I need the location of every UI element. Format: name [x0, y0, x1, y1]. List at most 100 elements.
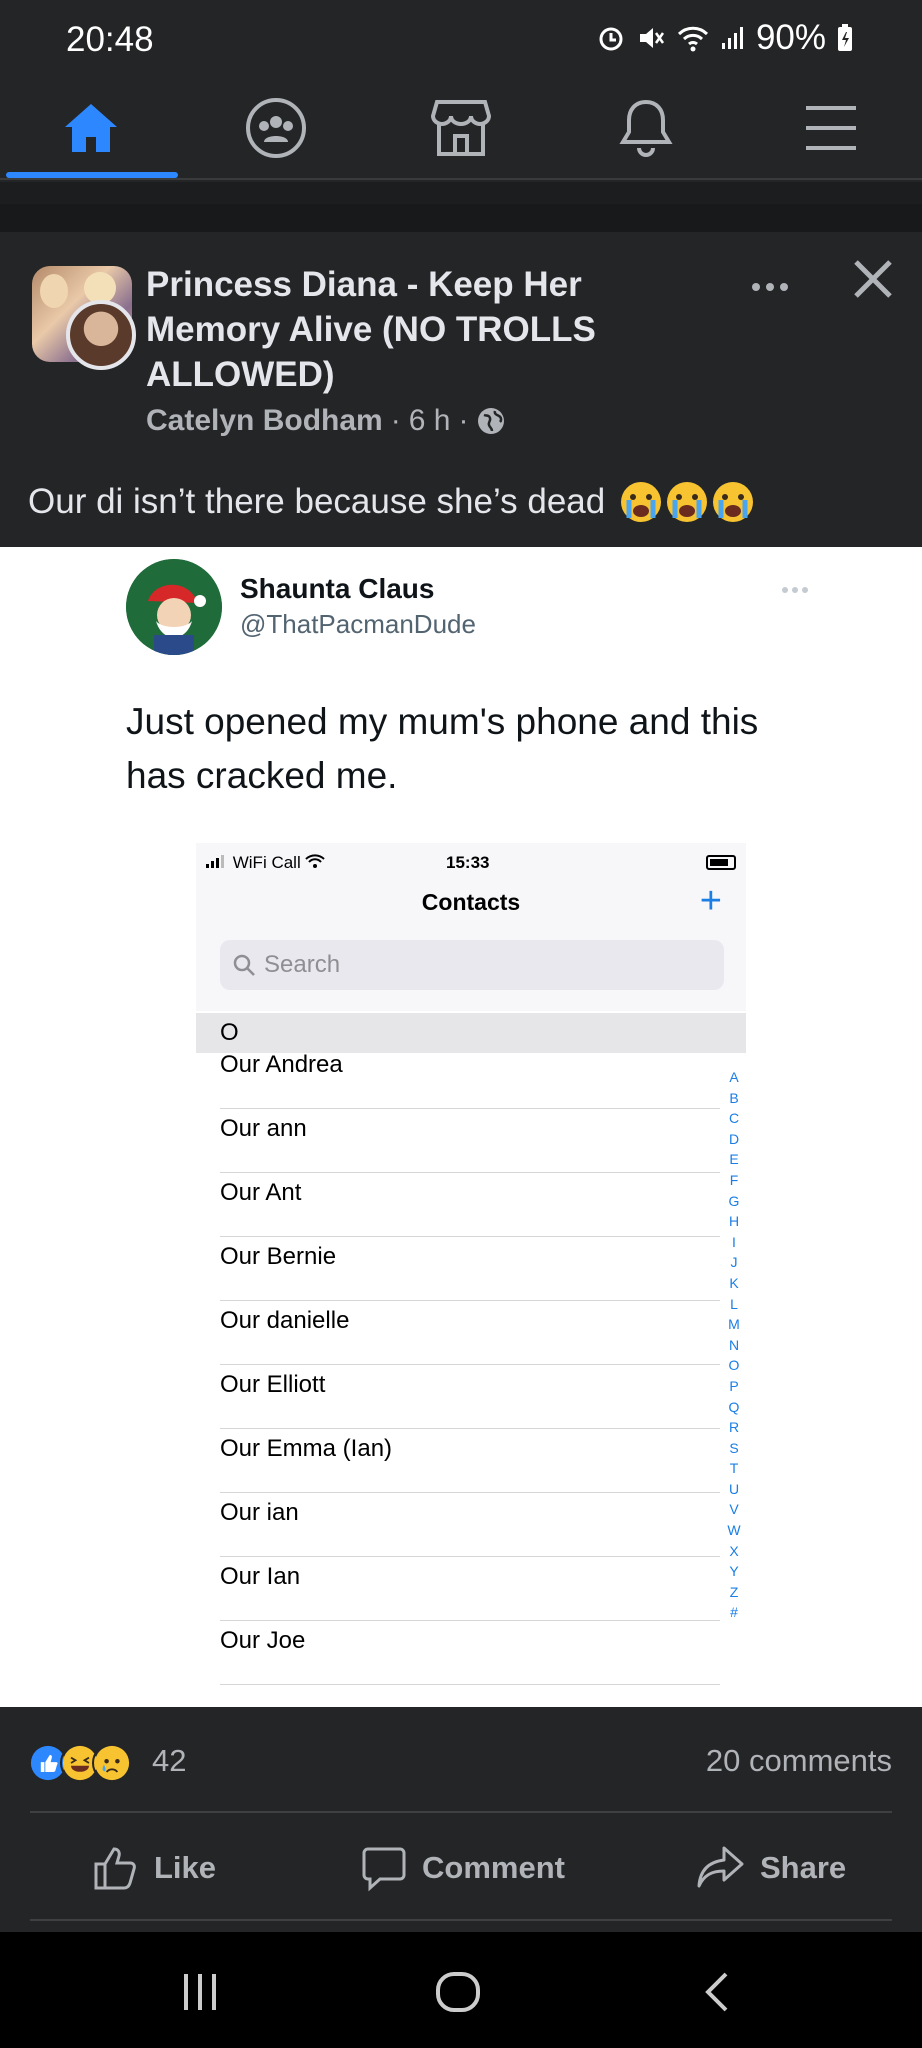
index-letter: Y [729, 1563, 739, 1580]
index-letter: V [729, 1501, 739, 1518]
comment-button[interactable]: Comment [360, 1835, 565, 1901]
contacts-header: WiFi Call 15:33 Contacts + Search [196, 843, 746, 1011]
active-tab-indicator [6, 172, 178, 178]
tweet-author-name: Shaunta Claus [240, 573, 435, 604]
tab-marketplace[interactable] [376, 78, 546, 178]
contact-row: Our ian [220, 1493, 720, 1557]
post-meta: Catelyn Bodham · 6 h · [146, 404, 506, 438]
alphabet-index: A B C D E F G H I J K L M N O P Q R S T U V W X Y Z # [726, 1067, 742, 1623]
tab-groups[interactable] [191, 78, 361, 178]
divider [30, 1811, 892, 1813]
home-icon [65, 104, 117, 152]
share-button[interactable]: Share [696, 1835, 846, 1901]
post-image[interactable]: Shaunta Claus @ThatPacmanDude Just opene… [0, 547, 922, 1707]
contact-row: Our ann [220, 1109, 720, 1173]
search-icon [233, 954, 255, 976]
index-letter: K [729, 1274, 739, 1291]
contact-row: Our Emma (Ian) [220, 1429, 720, 1493]
tab-home[interactable] [6, 78, 176, 178]
close-icon[interactable] [848, 254, 898, 304]
post-body: Our di isn’t there because she’s dead [28, 482, 606, 521]
mute-icon [639, 28, 664, 48]
index-letter: N [728, 1336, 740, 1353]
groups-icon [246, 98, 306, 158]
crying-emoji-icon [667, 482, 708, 522]
comment-icon [362, 1847, 406, 1892]
phone-status-bar: WiFi Call 15:33 [196, 853, 746, 877]
index-letter: E [729, 1151, 739, 1168]
contacts-search: Search [220, 940, 724, 990]
signal-icon [206, 855, 224, 868]
feed-separator [0, 182, 922, 232]
menu-icon [806, 106, 856, 150]
wifi-icon [305, 854, 326, 868]
battery-icon [838, 24, 852, 51]
index-letter: A [729, 1069, 739, 1085]
battery-icon [706, 855, 736, 870]
post-time[interactable]: 6 h [409, 404, 451, 438]
index-letter: Z [729, 1583, 739, 1600]
like-label: Like [154, 1850, 217, 1885]
reaction-icons[interactable] [28, 1743, 132, 1783]
share-label: Share [760, 1850, 847, 1885]
post-header: Princess Diana - Keep Her Memory Alive (… [0, 232, 922, 547]
add-contact-icon: + [699, 880, 722, 922]
contact-row: Our Ant [220, 1173, 720, 1237]
contact-row: Our Bernie [220, 1237, 720, 1301]
contact-row: Our Elliott [220, 1365, 720, 1429]
crying-emoji-icon [621, 482, 662, 522]
tweet-avatar [126, 559, 222, 655]
contact-row: Our Ian [220, 1557, 720, 1621]
signal-icon [721, 27, 743, 49]
wifi-icon [677, 26, 708, 52]
status-icons: 90% [596, 18, 854, 58]
index-letter: I [732, 1233, 736, 1250]
author-avatar[interactable] [66, 300, 136, 370]
index-letter: B [729, 1089, 739, 1106]
home-circle-icon [436, 1972, 480, 2012]
comments-count[interactable]: 20 comments [706, 1743, 892, 1779]
index-letter: P [729, 1377, 739, 1394]
status-time: 20:48 [66, 20, 154, 59]
index-letter: D [728, 1130, 740, 1147]
index-letter: X [729, 1542, 739, 1559]
home-button[interactable] [428, 1962, 488, 2022]
index-letter: S [729, 1439, 739, 1456]
bell-icon [619, 99, 673, 157]
more-options-icon[interactable] [740, 272, 800, 302]
contact-row: Our Andrea [220, 1045, 720, 1109]
author-name[interactable]: Catelyn Bodham [146, 404, 383, 438]
search-placeholder: Search [264, 951, 341, 978]
contact-row: Our danielle [220, 1301, 720, 1365]
meta-dot: · [458, 404, 469, 437]
status-bar: 20:48 90% [0, 0, 922, 78]
back-button[interactable] [688, 1962, 748, 2022]
index-letter: Q [728, 1398, 740, 1415]
feed-next [0, 1921, 922, 1931]
thumbs-up-icon [94, 1847, 136, 1890]
index-letter: C [728, 1110, 740, 1127]
contact-row: Our Joe [220, 1621, 720, 1685]
index-letter: W [727, 1522, 741, 1539]
index-letter: F [729, 1171, 739, 1188]
tab-menu[interactable] [746, 78, 916, 178]
reactions-bar: 42 20 comments [0, 1707, 922, 1813]
group-name[interactable]: Princess Diana - Keep Her Memory Alive (… [146, 262, 666, 397]
index-letter: O [728, 1357, 740, 1374]
alarm-icon [599, 27, 623, 51]
phone-time: 15:33 [446, 853, 490, 872]
index-letter: # [730, 1604, 738, 1621]
post-text: Our di isn’t there because she’s dead [28, 480, 755, 524]
share-icon [697, 1846, 744, 1888]
tab-notifications[interactable] [561, 78, 731, 178]
recent-apps-button[interactable] [170, 1962, 230, 2022]
index-letter: J [730, 1254, 738, 1271]
reaction-count[interactable]: 42 [152, 1743, 186, 1779]
meta-dot: · [390, 404, 401, 437]
tweet-author-handle: @ThatPacmanDude [240, 609, 476, 639]
marketplace-icon [430, 100, 492, 156]
contacts-screenshot: WiFi Call 15:33 Contacts + Search O Our … [196, 843, 746, 1707]
index-letter: T [729, 1460, 739, 1477]
like-button[interactable]: Like [92, 1835, 216, 1901]
index-letter: U [728, 1480, 740, 1497]
